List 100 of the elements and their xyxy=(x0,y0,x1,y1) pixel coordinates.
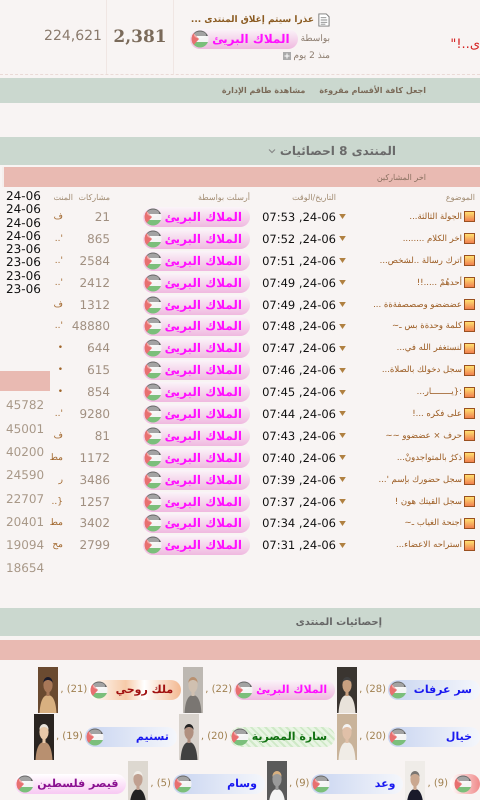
flag-icon xyxy=(144,492,162,511)
post-date: 24-06, 07:49 xyxy=(261,276,336,290)
topic-icon xyxy=(464,474,475,486)
topic-link[interactable]: عضضضو وصصصفةةة ... xyxy=(373,300,462,310)
caret-icon[interactable] xyxy=(338,499,346,504)
post-date: 24-06, 07:52 xyxy=(261,232,336,246)
view-count: 19094 xyxy=(5,537,46,554)
username-link[interactable]: تسنيم xyxy=(84,726,177,746)
topic-link[interactable]: استراحه الاعضاء... xyxy=(396,540,462,550)
document-icon xyxy=(317,13,330,27)
post-count: 644 xyxy=(87,341,111,356)
topic-icon xyxy=(464,452,475,464)
username-link[interactable]: سارة المصرية xyxy=(230,726,336,746)
flag-icon xyxy=(144,470,162,489)
caret-icon[interactable] xyxy=(338,390,346,395)
flag-icon xyxy=(144,448,162,467)
post-count: 81 xyxy=(94,428,111,443)
post-count: , (22) xyxy=(205,684,232,695)
topic-link[interactable]: ذكرٌ بالمتواجدونْ... xyxy=(396,452,462,463)
post-count: 2584 xyxy=(79,254,111,268)
column-header: الموضوع xyxy=(444,192,475,202)
post-count: , (19) xyxy=(56,731,83,742)
post-date: 24-06, 07:31 xyxy=(261,538,336,552)
caret-icon[interactable] xyxy=(338,433,346,438)
caret-icon[interactable] xyxy=(338,520,346,526)
post-count: 21 xyxy=(94,210,111,224)
post-date: 24-06, 07:45 xyxy=(261,385,336,400)
post-date: 23-06 xyxy=(5,256,42,270)
topic-icon xyxy=(464,364,475,376)
view-count: 22707 xyxy=(5,490,46,508)
post-count: 865 xyxy=(87,232,111,246)
topic-link[interactable]: على فكره ...! xyxy=(412,408,462,419)
username-link[interactable]: ملك روحي xyxy=(89,680,182,700)
topic-link[interactable]: لنستغفر الله في... xyxy=(396,343,462,354)
caret-icon[interactable] xyxy=(338,214,346,220)
topic-link[interactable]: حرف × عضضوو ~~ xyxy=(385,430,462,441)
table-cell-text: '.. xyxy=(54,321,64,332)
flag-icon xyxy=(16,774,34,792)
caret-icon[interactable] xyxy=(338,236,346,242)
flag-icon xyxy=(144,274,162,292)
username-link[interactable]: وعد xyxy=(311,774,404,794)
table-cell-text: مط xyxy=(50,518,64,528)
topic-icon xyxy=(464,233,475,244)
action-link[interactable]: مشاهدة طاقم الإدارة xyxy=(222,86,306,95)
topics-total: 2,381 xyxy=(113,27,167,47)
caret-icon[interactable] xyxy=(338,302,346,307)
flag-icon xyxy=(144,252,162,270)
topic-link[interactable]: أحدهُمْ .....!! xyxy=(416,278,462,288)
topic-link[interactable]: كلمة وحدةة بس ـ~ xyxy=(392,321,462,332)
flag-icon xyxy=(174,774,192,792)
post-time: منذ 2 يوم xyxy=(294,51,330,61)
post-date: 24-06, 07:46 xyxy=(261,363,336,378)
topic-link[interactable]: سجل القيتك هون ! xyxy=(394,496,462,507)
caret-icon[interactable] xyxy=(338,280,346,286)
username-link[interactable]: خيال xyxy=(388,726,480,746)
column-header: التاريخ/الوقت xyxy=(291,192,336,202)
post-count: , (28) xyxy=(359,684,386,695)
post-count: 48880 xyxy=(72,319,111,334)
topic-icon xyxy=(464,496,475,508)
table-cell-text: • xyxy=(56,387,64,398)
topic-link[interactable]: اخر الكلام ........ xyxy=(402,234,462,244)
username-link[interactable]: سر عرفات xyxy=(388,680,480,700)
action-link[interactable]: اجعل كافة الأقسام مقروءة xyxy=(319,86,426,95)
chevron-icon[interactable] xyxy=(268,147,276,155)
caret-icon[interactable] xyxy=(338,346,346,351)
post-date: 24-06, 07:51 xyxy=(261,254,336,268)
caret-icon[interactable] xyxy=(338,258,346,264)
view-count: 45782 xyxy=(5,397,46,414)
topic-link[interactable]: سجل حضورك بإسم '... xyxy=(378,474,462,485)
table-cell-text: مح xyxy=(51,540,64,550)
caret-icon[interactable] xyxy=(338,477,346,482)
topic-link[interactable]: عذرا سيتم إغلاق المنتدى ... xyxy=(190,15,314,25)
username-link[interactable] xyxy=(450,774,480,794)
post-count: 1312 xyxy=(79,298,111,312)
table-cell-text: {.. xyxy=(50,496,64,507)
post-date: 23-06 xyxy=(5,243,42,256)
plus-icon[interactable] xyxy=(282,52,291,60)
username-link[interactable]: قيصر فلسطين xyxy=(15,774,126,794)
column-header: مشاركات xyxy=(78,192,111,202)
post-date: 24-06 xyxy=(5,203,42,217)
flag-icon xyxy=(144,361,162,380)
username-link[interactable]: وسام xyxy=(172,774,265,794)
table-cell-text: '.. xyxy=(54,256,64,266)
topic-link[interactable]: اترك رسالة ..لشخص... xyxy=(380,256,462,266)
topic-link[interactable]: سجل دخولك بالصلاة... xyxy=(382,365,462,376)
table-cell-text: ر xyxy=(57,474,64,485)
topic-link[interactable]: اجنحة الغياب ـ~ xyxy=(404,518,462,528)
post-date: 24-06 xyxy=(5,230,42,244)
post-count: 9280 xyxy=(79,406,111,421)
table-cell-text: '.. xyxy=(54,234,64,244)
topic-icon xyxy=(464,518,475,529)
topic-icon xyxy=(464,342,475,354)
caret-icon[interactable] xyxy=(338,411,346,416)
caret-icon[interactable] xyxy=(338,542,346,548)
topic-link[interactable]: الجولة الثالثة... xyxy=(409,212,462,222)
caret-icon[interactable] xyxy=(338,455,346,460)
caret-icon[interactable] xyxy=(338,368,346,373)
caret-icon[interactable] xyxy=(338,324,346,329)
topic-link[interactable]: :{يــــــــار... xyxy=(416,387,462,398)
table-cell-text: '.. xyxy=(54,408,64,419)
